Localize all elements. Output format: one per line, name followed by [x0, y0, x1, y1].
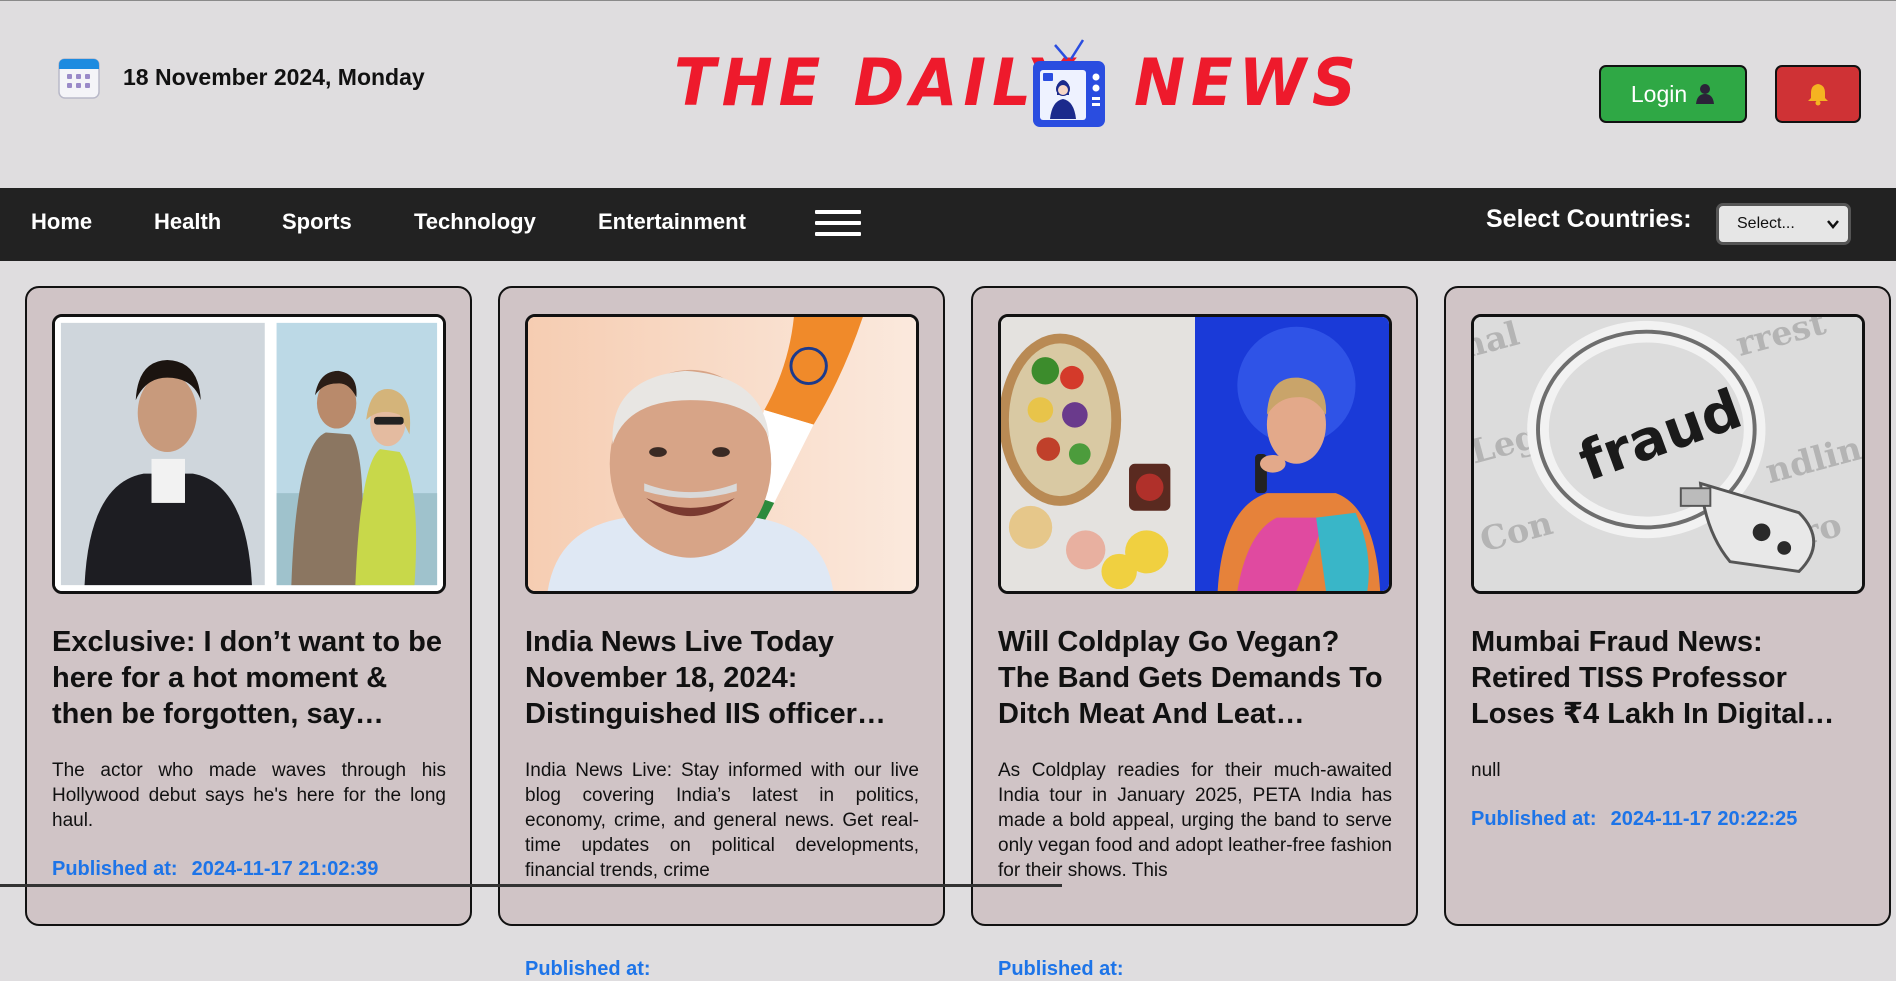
news-description: The actor who made waves through his Hol…: [52, 760, 446, 831]
chevron-down-icon: [1827, 220, 1839, 229]
calendar-icon: [58, 58, 100, 99]
news-image[interactable]: [525, 314, 919, 594]
nav-technology[interactable]: Technology: [414, 209, 536, 235]
published-info: Published at:: [998, 958, 1138, 981]
published-info: Published at: 2024-11-17 20:22:25: [1471, 808, 1797, 831]
login-button[interactable]: Login: [1599, 65, 1747, 123]
nav-health[interactable]: Health: [154, 209, 221, 235]
news-card[interactable]: India News Live Today November 18, 2024:…: [498, 286, 945, 980]
news-card[interactable]: nal rrest Leg ndlin Con Cro fraud Mumbai…: [1444, 286, 1891, 926]
logo-text-right: NEWS: [1134, 45, 1362, 122]
login-label: Login: [1630, 80, 1688, 107]
current-date: 18 November 2024, Monday: [123, 64, 425, 90]
tv-news-icon: [1033, 39, 1105, 127]
countries-label: Select Countries:: [1486, 205, 1692, 233]
hamburger-menu-icon[interactable]: [815, 210, 861, 240]
site-header: 18 November 2024, Monday THE DAILY NEWS …: [0, 1, 1896, 188]
news-title[interactable]: India News Live Today November 18, 2024:…: [525, 624, 923, 732]
published-info: Published at:: [525, 958, 665, 981]
notifications-button[interactable]: [1775, 65, 1861, 123]
news-description: India News Live: Stay informed with our …: [525, 760, 919, 881]
nav-entertainment[interactable]: Entertainment: [598, 209, 746, 235]
published-label: Published at:: [52, 858, 178, 880]
published-label: Published at:: [525, 958, 651, 980]
bell-icon: [1808, 84, 1828, 106]
news-image[interactable]: nal rrest Leg ndlin Con Cro fraud: [1471, 314, 1865, 594]
published-date: 2024-11-17 20:22:25: [1610, 808, 1798, 830]
country-select[interactable]: Select...: [1716, 203, 1851, 245]
nav-sports[interactable]: Sports: [282, 209, 352, 235]
logo-text-left: THE DAILY: [674, 45, 1078, 122]
news-title[interactable]: Mumbai Fraud News: Retired TISS Professo…: [1471, 624, 1869, 732]
news-image[interactable]: [998, 314, 1392, 594]
news-card[interactable]: Exclusive: I don’t want to be here for a…: [25, 286, 472, 926]
news-description: null: [1471, 760, 1501, 781]
published-label: Published at:: [1471, 808, 1597, 830]
news-card[interactable]: Will Coldplay Go Vegan? The Band Gets De…: [971, 286, 1418, 980]
user-icon: [1696, 84, 1715, 104]
news-title[interactable]: Exclusive: I don’t want to be here for a…: [52, 624, 450, 732]
main-nav: Home Health Sports Technology Entertainm…: [0, 188, 1896, 261]
news-image[interactable]: [52, 314, 446, 594]
published-date: 2024-11-17 21:02:39: [191, 858, 379, 880]
news-description: As Coldplay readies for their much-await…: [998, 760, 1392, 881]
country-select-value: Select...: [1737, 215, 1795, 232]
nav-home[interactable]: Home: [31, 209, 92, 235]
news-title[interactable]: Will Coldplay Go Vegan? The Band Gets De…: [998, 624, 1396, 732]
published-label: Published at:: [998, 958, 1124, 980]
published-info: Published at: 2024-11-17 21:02:39: [52, 858, 378, 881]
